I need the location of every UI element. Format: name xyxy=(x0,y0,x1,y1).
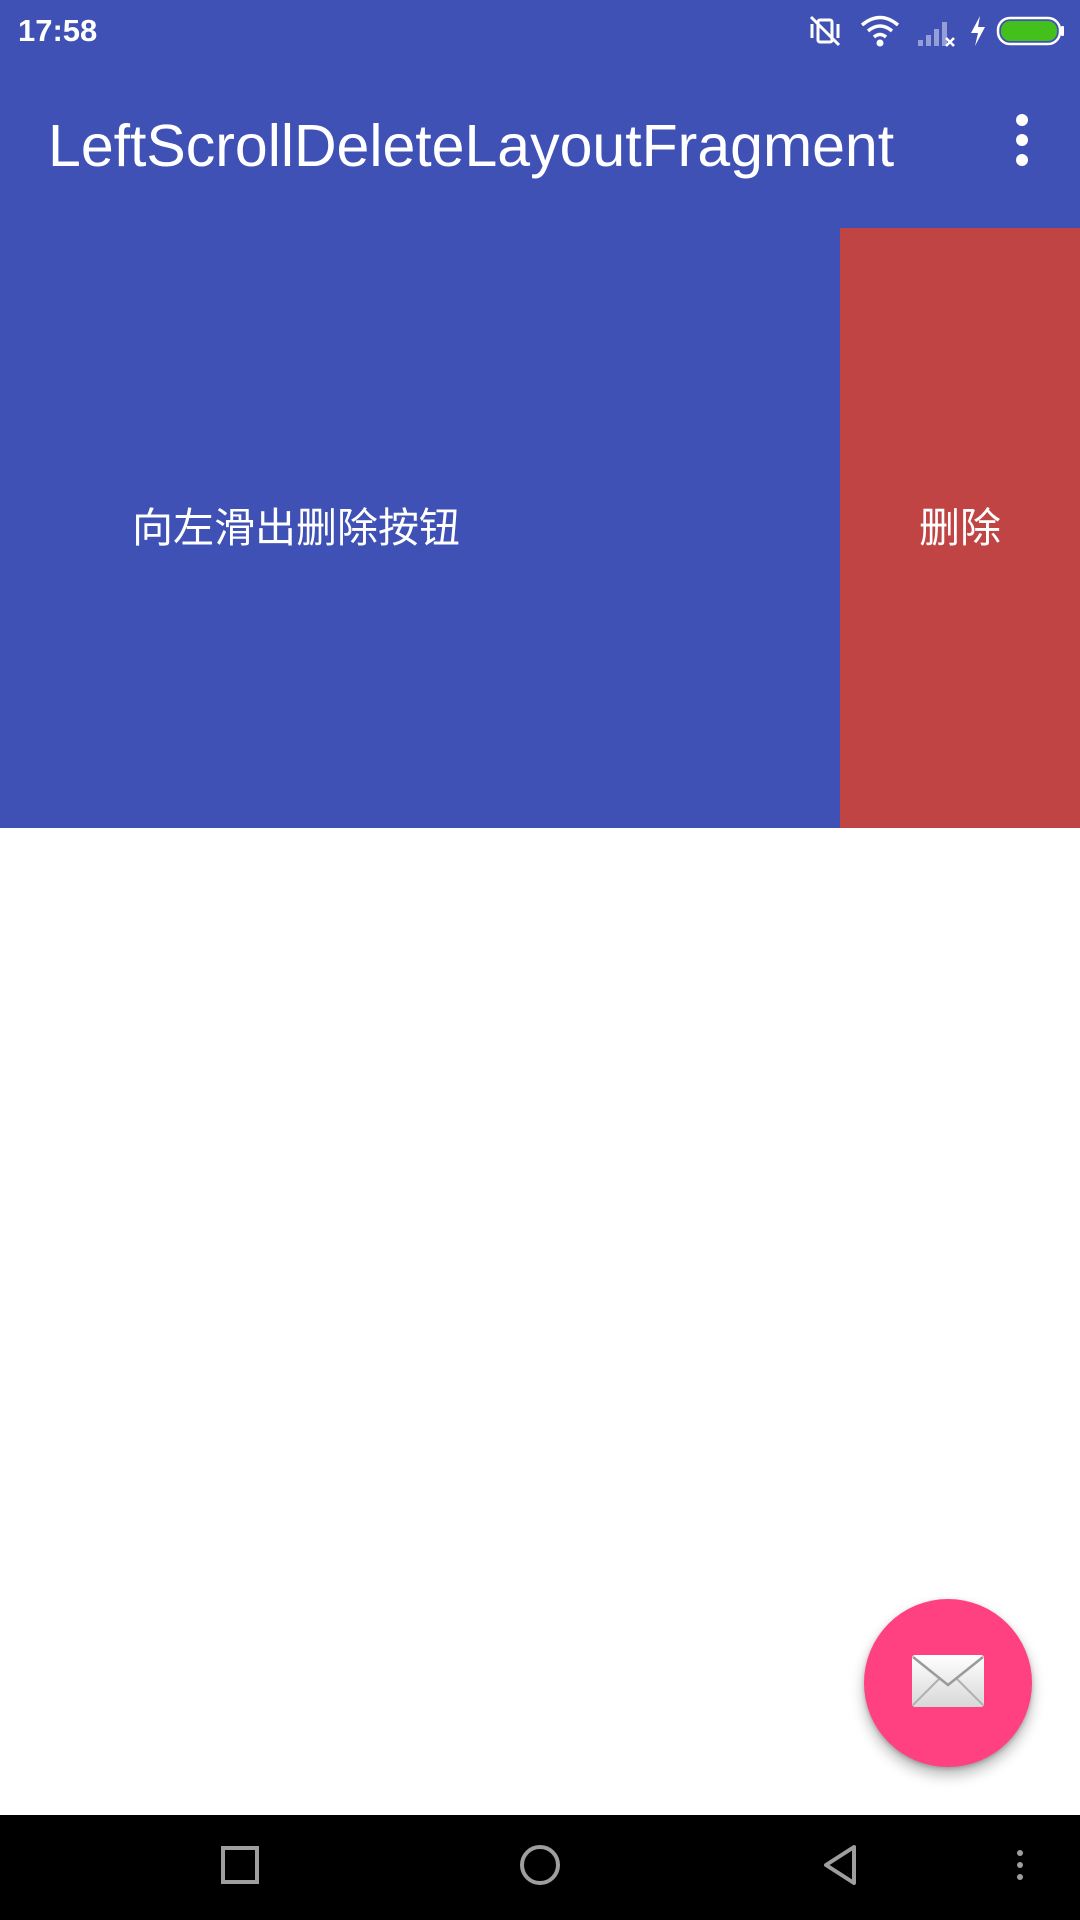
app-bar: LeftScrollDeleteLayoutFragment xyxy=(0,62,1080,228)
navigation-bar xyxy=(0,1815,1080,1920)
status-time: 17:58 xyxy=(18,13,98,48)
more-vert-icon xyxy=(1012,113,1032,171)
delete-button[interactable]: 删除 xyxy=(840,228,1080,828)
recents-icon xyxy=(220,1845,260,1889)
home-icon xyxy=(518,1843,562,1891)
back-icon xyxy=(820,1843,860,1891)
swipe-content[interactable]: 向左滑出删除按钮 xyxy=(0,228,840,828)
vibrate-off-icon xyxy=(806,12,844,50)
swipe-hint-text: 向左滑出删除按钮 xyxy=(132,504,460,552)
app-title: LeftScrollDeleteLayoutFragment xyxy=(48,113,895,179)
home-button[interactable] xyxy=(510,1835,570,1899)
back-button[interactable] xyxy=(810,1835,870,1899)
recents-button[interactable] xyxy=(210,1835,270,1899)
battery-full-icon xyxy=(996,15,1066,47)
delete-button-label: 删除 xyxy=(919,504,1001,552)
status-icons xyxy=(806,10,1066,52)
wifi-icon xyxy=(860,14,900,48)
signal-none-icon xyxy=(916,14,956,48)
overflow-menu-button[interactable] xyxy=(986,106,1058,178)
menu-dots-icon xyxy=(1015,1849,1025,1885)
fab-email-button[interactable] xyxy=(864,1599,1032,1767)
email-icon xyxy=(910,1653,986,1713)
charging-icon xyxy=(968,14,988,48)
status-bar: 17:58 xyxy=(0,0,1080,62)
swipe-delete-row[interactable]: 向左滑出删除按钮 删除 xyxy=(0,228,1080,828)
menu-button[interactable] xyxy=(1000,1835,1040,1899)
